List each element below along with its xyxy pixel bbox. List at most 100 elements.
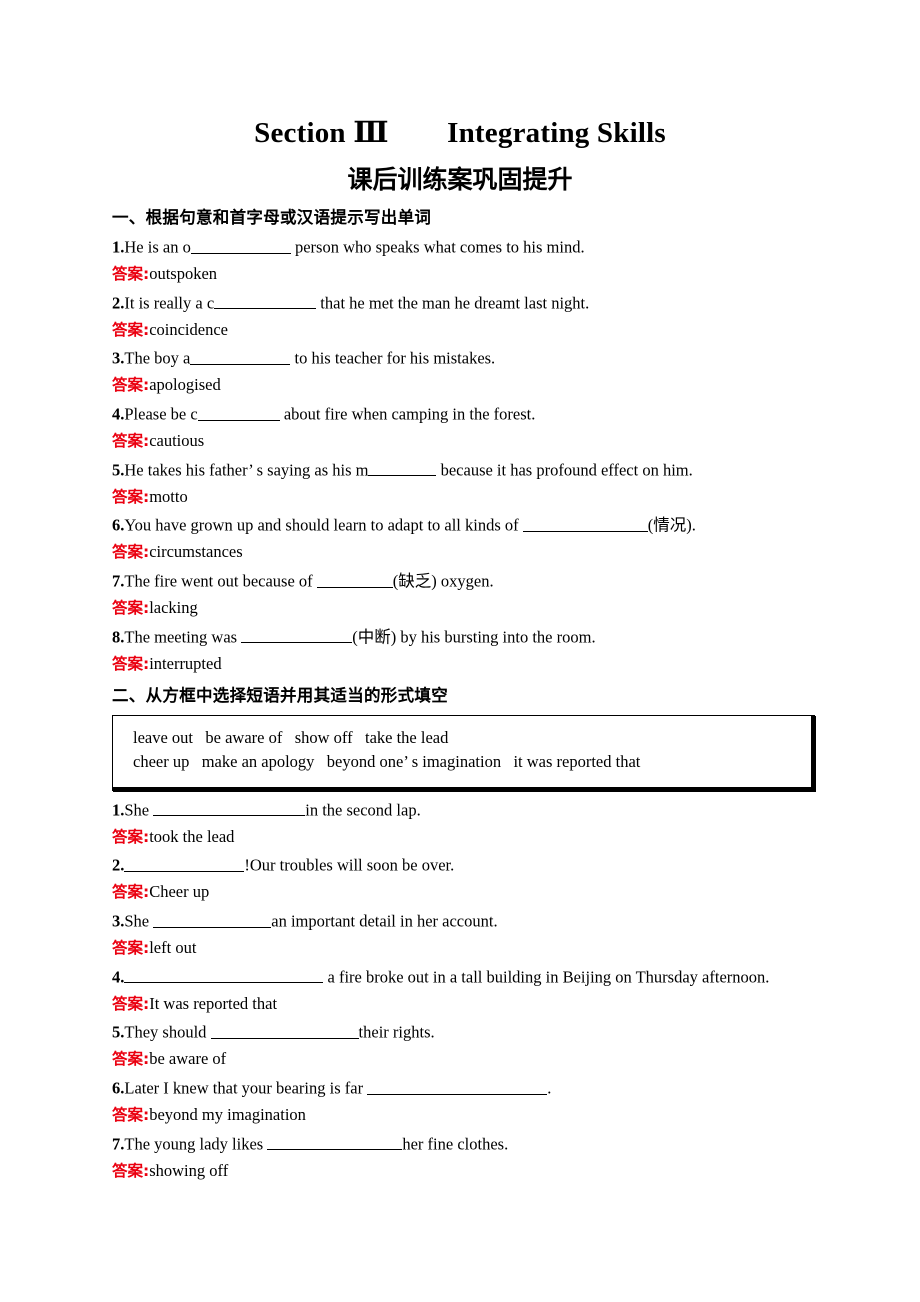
worksheet-page: Section Ⅲ Integrating Skills 课后训练案巩固提升 一… [0,0,920,1302]
answer-blank[interactable] [153,800,306,817]
question-text-before-blank: Please be c [124,404,198,424]
question-number: 5. [112,460,125,480]
question-text-after-blank: . [547,1078,552,1098]
phrase-bank-row: leave out be aware of show off take the … [133,727,449,747]
answer-label: 答案: [112,432,150,451]
answer-label: 答案: [112,1161,150,1180]
question-text-before-blank: The boy a [124,348,191,368]
question-text-before-blank: He is an o [124,237,191,257]
answer-blank[interactable] [214,293,317,310]
answer-line: 答案:circumstances [112,539,820,566]
phrase-bank-row: cheer up make an apology beyond one’ s i… [133,752,641,772]
answer-blank[interactable] [522,515,648,532]
answer-text: apologised [149,375,221,395]
question-text-after-blank: their rights. [358,1022,435,1042]
question-line: 7.The fire went out because of (缺乏) oxyg… [112,566,820,595]
answer-line: 答案:motto [112,484,820,511]
question-line: 8.The meeting was (中断) by his bursting i… [112,622,820,651]
question-line: 4. a fire broke out in a tall building i… [112,962,820,991]
answer-blank[interactable] [241,627,353,644]
question-line: 2.It is really a c that he met the man h… [112,288,820,317]
question-number: 7. [112,571,125,591]
answer-text: coincidence [149,319,228,339]
question-number: 5. [112,1022,125,1042]
answer-blank[interactable] [367,1078,548,1095]
answer-blank[interactable] [124,855,245,872]
question-number: 1. [112,237,125,257]
answer-label: 答案: [112,654,150,673]
answer-blank[interactable] [190,348,291,365]
answer-blank[interactable] [153,911,272,928]
question-text-before-blank: She [124,800,154,820]
question-text-before-blank: He takes his father’ s saying as his m [124,460,369,480]
question-line: 1.She in the second lap. [112,795,820,824]
answer-text: left out [149,938,197,958]
page-title: Section Ⅲ Integrating Skills [254,117,666,149]
answer-line: 答案:interrupted [112,651,820,678]
question-number: 7. [112,1134,125,1154]
question-line: 7.The young lady likes her fine clothes. [112,1129,820,1158]
question-number: 4. [112,404,125,424]
answer-text: cautious [149,431,205,451]
answer-line: 答案:took the lead [112,824,820,851]
question-number: 6. [112,1078,125,1098]
question-number: 3. [112,911,125,931]
question-line: 3.The boy a to his teacher for his mista… [112,343,820,372]
answer-blank[interactable] [316,571,393,588]
answer-blank[interactable] [197,404,280,421]
answer-label: 答案: [112,376,150,395]
answer-blank[interactable] [368,460,437,477]
question-line: 6.Later I knew that your bearing is far … [112,1073,820,1102]
answer-label: 答案: [112,1050,150,1069]
question-text-after-blank: because it has profound effect on him. [436,460,693,480]
question-line: 4.Please be c about fire when camping in… [112,399,820,428]
question-text-before-blank: Later I knew that your bearing is far [124,1078,368,1098]
answer-blank[interactable] [124,967,324,984]
answer-blank[interactable] [190,237,291,254]
question-text-before-blank: The meeting was [124,627,242,647]
question-text-after-blank: to his teacher for his mistakes. [290,348,496,368]
answer-text: interrupted [149,653,222,673]
question-text-after-blank: (情况). [647,515,696,535]
question-line: 5.He takes his father’ s saying as his m… [112,455,820,484]
question-text-before-blank: The fire went out because of [124,571,317,591]
answer-line: 答案:It was reported that [112,991,820,1018]
question-line: 3.She an important detail in her account… [112,906,820,935]
question-number: 2. [112,293,125,313]
question-number: 8. [112,627,125,647]
answer-text: motto [149,486,188,506]
question-text-after-blank: in the second lap. [305,800,421,820]
question-text-after-blank: person who speaks what comes to his mind… [290,237,585,257]
question-number: 4. [112,967,125,987]
answer-text: outspoken [149,264,218,284]
answer-label: 答案: [112,883,150,902]
answer-label: 答案: [112,320,150,339]
answer-text: circumstances [149,542,243,562]
answer-line: 答案:Cheer up [112,879,820,906]
question-number: 6. [112,515,125,535]
question-number: 1. [112,800,125,820]
question-text-after-blank: !Our troubles will soon be over. [244,855,455,875]
phrase-bank-box: leave out be aware of show off take the … [112,714,815,791]
answer-label: 答案: [112,994,150,1013]
answer-line: 答案:beyond my imagination [112,1102,820,1129]
phrase-bank-wrapper: leave out be aware of show off take the … [112,714,820,791]
question-text-after-blank: that he met the man he dreamt last night… [316,293,590,313]
answer-line: 答案:apologised [112,372,820,399]
answer-text: showing off [149,1160,229,1180]
answer-text: be aware of [149,1049,227,1069]
answer-text: Cheer up [149,882,210,902]
answer-blank[interactable] [210,1022,359,1039]
question-text-after-blank: (缺乏) oxygen. [392,571,494,591]
answer-line: 答案:be aware of [112,1046,820,1073]
page-subtitle: 课后训练案巩固提升 [347,164,573,194]
answer-blank[interactable] [267,1134,403,1151]
answer-text: took the lead [149,826,235,846]
answer-label: 答案: [112,543,150,562]
question-text-before-blank: You have grown up and should learn to ad… [124,515,523,535]
answer-line: 答案:outspoken [112,261,820,288]
question-line: 2. !Our troubles will soon be over. [112,850,820,879]
question-text-before-blank: It is really a c [124,293,215,313]
answer-label: 答案: [112,827,150,846]
answer-label: 答案: [112,599,150,618]
